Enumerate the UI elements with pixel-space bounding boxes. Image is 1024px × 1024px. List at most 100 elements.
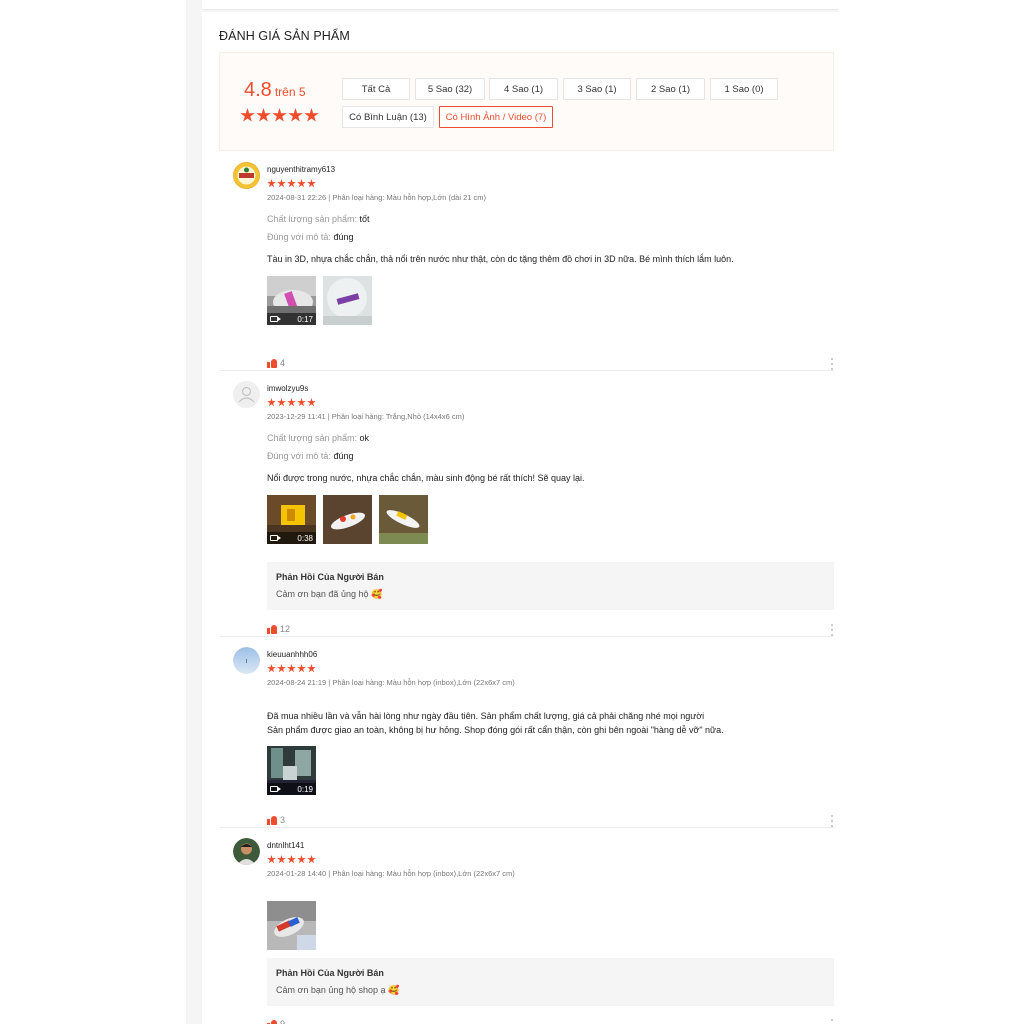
video-camera-icon [270,535,281,541]
quality-value: tốt [359,214,370,224]
match-attribute: Đúng với mô tả: đúng [267,451,353,461]
reviewer-name[interactable]: imwolzyu9s [267,384,308,393]
reply-text: Cảm ơn bạn ủng hộ shop ạ 🥰 [276,985,400,995]
star-icon [256,108,271,122]
star-icon [267,179,276,188]
like-button[interactable]: 12 [267,624,290,634]
star-icon [272,108,287,122]
avatar[interactable] [233,381,260,408]
star-icon [297,664,306,673]
more-options-icon[interactable] [830,1019,834,1024]
review-stars [267,664,316,673]
avatar[interactable] [233,838,260,865]
filter-with-media-button[interactable]: Có Hình Ảnh / Video (7) [439,106,553,128]
more-options-icon[interactable] [830,815,834,827]
video-camera-icon [270,786,281,792]
review-video-thumbnail[interactable]: 0:17 [267,276,316,325]
match-label: Đúng với mô tả: [267,451,331,461]
review-stars [267,855,316,864]
filter-all-button[interactable]: Tất Cả [342,78,410,100]
star-icon [240,108,255,122]
quality-attribute: Chất lượng sản phẩm: tốt [267,214,370,224]
thumbs-up-icon [267,1019,277,1024]
filter-5-star-button[interactable]: 5 Sao (32) [415,78,485,100]
star-icon [267,664,276,673]
match-value: đúng [333,451,354,461]
quality-label: Chất lượng sản phẩm: [267,214,357,224]
avatar[interactable] [233,647,260,674]
filter-with-comment-button[interactable]: Có Bình Luận (13) [342,106,434,128]
review-meta: 2024-08-31 22:26 | Phân loại hàng: Màu h… [267,193,487,202]
review-video-thumbnail[interactable]: 0:38 [267,495,316,544]
review-image-thumbnail[interactable] [267,901,316,950]
review-meta: 2024-08-24 21:19 | Phân loại hàng: Màu h… [267,678,515,687]
seller-reply: Phản Hồi Của Người Bán Cảm ơn bạn ủng hộ… [267,958,834,1006]
review-item: imwolzyu9s 2023-12-29 11:41 | Phân loại … [220,371,834,637]
rating-overview: 4.8 trên 5 Tất Cả 5 Sao (32) 4 Sao (1) 3 … [219,52,834,151]
reviewer-name[interactable]: dntnlht141 [267,841,304,850]
product-ratings-section: ĐÁNH GIÁ SẢN PHẨM 4.8 trên 5 Tất Cả 5 Sao… [202,12,838,1024]
video-duration: 0:38 [297,533,313,543]
avatar[interactable] [233,162,260,189]
reply-text: Cảm ơn bạn đã ủng hộ 🥰 [276,589,383,599]
score-value: 4.8 [244,79,272,101]
review-item: kieuuanhhh06 2024-08-24 21:19 | Phân loạ… [220,637,834,828]
match-value: đúng [333,232,354,242]
match-attribute: Đúng với mô tả: đúng [267,232,353,242]
filter-2-star-button[interactable]: 2 Sao (1) [636,78,705,100]
average-score: 4.8 trên 5 [244,79,306,102]
star-icon [307,179,316,188]
star-icon [277,664,286,673]
star-icon [307,855,316,864]
like-count: 3 [280,815,286,825]
top-strip [202,0,838,10]
review-comment: Sản phẩm được giao an toàn, không bị hư … [267,725,724,735]
more-options-icon[interactable] [830,358,834,370]
review-image-thumbnail[interactable] [323,276,372,325]
quality-value: ok [359,433,370,443]
review-video-thumbnail[interactable]: 0:19 [267,746,316,795]
filter-4-star-button[interactable]: 4 Sao (1) [489,78,558,100]
like-count: 12 [280,624,291,634]
like-button[interactable]: 4 [267,358,285,368]
star-icon [288,108,303,122]
reply-title: Phản Hồi Của Người Bán [276,572,384,582]
like-count: 4 [280,358,286,368]
star-icon [277,855,286,864]
filter-3-star-button[interactable]: 3 Sao (1) [563,78,631,100]
review-meta: 2024-01-28 14:40 | Phân loại hàng: Màu h… [267,869,515,878]
match-label: Đúng với mô tả: [267,232,331,242]
review-image-thumbnail[interactable] [379,495,428,544]
thumbs-up-icon [267,624,277,634]
review-item: dntnlht141 2024-01-28 14:40 | Phân loại … [220,828,834,1024]
star-icon [307,664,316,673]
star-icon [287,398,296,407]
seller-reply: Phản Hồi Của Người Bán Cảm ơn bạn đã ủng… [267,562,834,610]
review-stars [267,398,316,407]
section-title: ĐÁNH GIÁ SẢN PHẨM [219,29,350,43]
star-icon [287,179,296,188]
like-count: 9 [280,1019,286,1024]
like-button[interactable]: 3 [267,815,285,825]
review-comment: Đã mua nhiều lần và vẫn hài lòng như ngà… [267,711,705,721]
filter-1-star-button[interactable]: 1 Sao (0) [710,78,778,100]
star-icon [307,398,316,407]
star-icon [304,108,319,122]
video-duration: 0:17 [297,314,313,324]
review-image-thumbnail[interactable] [323,495,372,544]
reviewer-name[interactable]: nguyenthitramy613 [267,165,335,174]
review-meta: 2023-12-29 11:41 | Phân loại hàng: Trắng… [267,412,465,421]
quality-label: Chất lượng sản phẩm: [267,433,357,443]
average-stars [240,108,319,123]
video-bar: 0:38 [267,532,316,544]
video-camera-icon [270,316,281,322]
video-duration: 0:19 [297,784,313,794]
review-stars [267,179,316,188]
review-comment: Nổi được trong nước, nhựa chắc chắn, màu… [267,473,585,483]
thumbs-up-icon [267,358,277,368]
star-icon [267,398,276,407]
like-button[interactable]: 9 [267,1019,285,1024]
more-options-icon[interactable] [830,624,834,636]
star-icon [277,398,286,407]
reviewer-name[interactable]: kieuuanhhh06 [267,650,317,659]
